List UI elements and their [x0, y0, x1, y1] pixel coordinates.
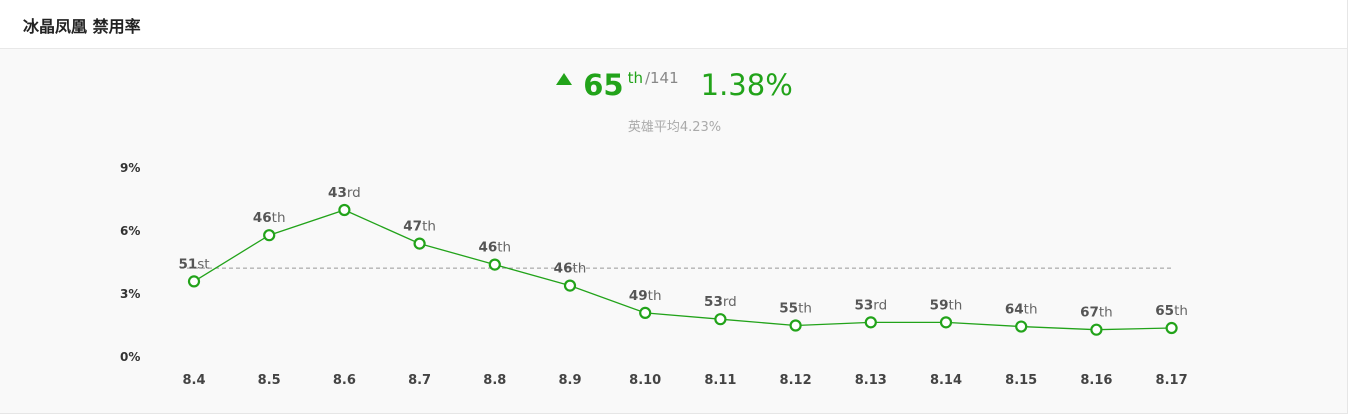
data-label-suffix: th — [948, 297, 962, 313]
data-label-suffix: rd — [723, 294, 737, 310]
data-label: 46th — [253, 210, 286, 226]
y-tick-label: 9% — [120, 161, 140, 175]
data-label-suffix: th — [1099, 305, 1113, 321]
data-label-rank: 55 — [779, 301, 798, 317]
data-point[interactable] — [1165, 321, 1178, 335]
data-point[interactable] — [714, 313, 727, 326]
data-point[interactable] — [789, 319, 802, 332]
x-tick-label: 8.15 — [1005, 373, 1037, 388]
data-label: 55th — [779, 301, 812, 317]
x-tick-label: 8.7 — [408, 373, 431, 388]
data-label-suffix: th — [1174, 303, 1188, 319]
x-tick-label: 8.17 — [1156, 373, 1188, 388]
x-axis: 8.4 8.5 8.6 8.7 8.8 8.9 8.10 8.11 8.12 8.13 8.14 8.… — [182, 373, 1187, 388]
data-label-rank: 67 — [1080, 305, 1099, 321]
y-axis: 0% 3% 6% 9% — [120, 161, 140, 364]
data-label: 47th — [403, 219, 436, 235]
x-tick-label: 8.10 — [629, 373, 661, 388]
data-label: 59th — [930, 297, 963, 313]
data-label: 65th — [1155, 303, 1188, 319]
data-label-rank: 53 — [704, 294, 723, 310]
data-label: 67th — [1080, 305, 1113, 321]
data-label: 53rd — [704, 294, 737, 310]
data-label-rank: 53 — [854, 297, 873, 313]
data-label-suffix: rd — [873, 297, 887, 313]
data-point[interactable] — [338, 203, 351, 217]
data-label: 64th — [1005, 302, 1038, 318]
data-label-rank: 43 — [328, 185, 347, 201]
data-label-suffix: th — [648, 288, 662, 304]
data-point[interactable] — [639, 306, 652, 319]
data-label-rank: 65 — [1155, 303, 1174, 319]
data-point[interactable] — [187, 275, 201, 288]
data-point[interactable] — [1090, 323, 1103, 336]
data-label-suffix: th — [798, 301, 812, 317]
data-label: 53rd — [854, 297, 887, 313]
data-label-rank: 46 — [478, 240, 497, 256]
data-label-rank: 59 — [930, 297, 949, 313]
data-point[interactable] — [864, 316, 877, 329]
data-label: 51st — [178, 256, 209, 272]
x-tick-label: 8.16 — [1080, 373, 1112, 388]
x-tick-label: 8.6 — [333, 373, 356, 388]
data-label: 43rd — [328, 185, 361, 201]
data-point[interactable] — [263, 229, 276, 242]
data-label-suffix: rd — [347, 185, 361, 201]
data-label-rank: 46 — [554, 261, 573, 277]
data-label: 46th — [554, 261, 587, 277]
data-label-rank: 64 — [1005, 302, 1024, 318]
data-label-suffix: st — [197, 256, 209, 272]
data-label: 46th — [478, 240, 511, 256]
data-label-suffix: th — [572, 261, 586, 277]
data-label-rank: 46 — [253, 210, 272, 226]
data-label-suffix: th — [272, 210, 286, 226]
x-tick-label: 8.11 — [704, 373, 736, 388]
data-point[interactable] — [939, 316, 953, 329]
data-label-rank: 49 — [629, 288, 648, 304]
data-label-rank: 51 — [178, 256, 197, 272]
y-tick-label: 3% — [120, 287, 140, 301]
data-label-suffix: th — [497, 240, 511, 256]
ban-rate-line-chart: 0%3%6%9% 8.4 8.5 8.6 8.7 8.8 8.9 8.10 8.11 8.12 8… — [120, 161, 1188, 388]
data-labels: 51st46th43rd47th46th46th49th 53rd 55th 53rd… — [178, 185, 1187, 321]
x-tick-label: 8.4 — [182, 373, 205, 388]
x-tick-label: 8.8 — [483, 373, 506, 388]
data-point[interactable] — [563, 279, 577, 292]
x-tick-label: 8.5 — [258, 373, 281, 388]
data-label-suffix: th — [1024, 302, 1038, 318]
y-tick-label: 6% — [120, 224, 140, 238]
data-label-rank: 47 — [403, 219, 422, 235]
y-tick-label: 0% — [120, 350, 140, 364]
x-tick-label: 8.9 — [558, 373, 581, 388]
x-tick-label: 8.13 — [855, 373, 887, 388]
data-label: 49th — [629, 288, 662, 304]
x-tick-label: 8.12 — [780, 373, 812, 388]
data-point[interactable] — [488, 258, 501, 271]
data-point[interactable] — [413, 237, 426, 250]
x-tick-label: 8.14 — [930, 373, 962, 388]
data-label-suffix: th — [422, 219, 436, 235]
data-point[interactable] — [1015, 320, 1028, 333]
